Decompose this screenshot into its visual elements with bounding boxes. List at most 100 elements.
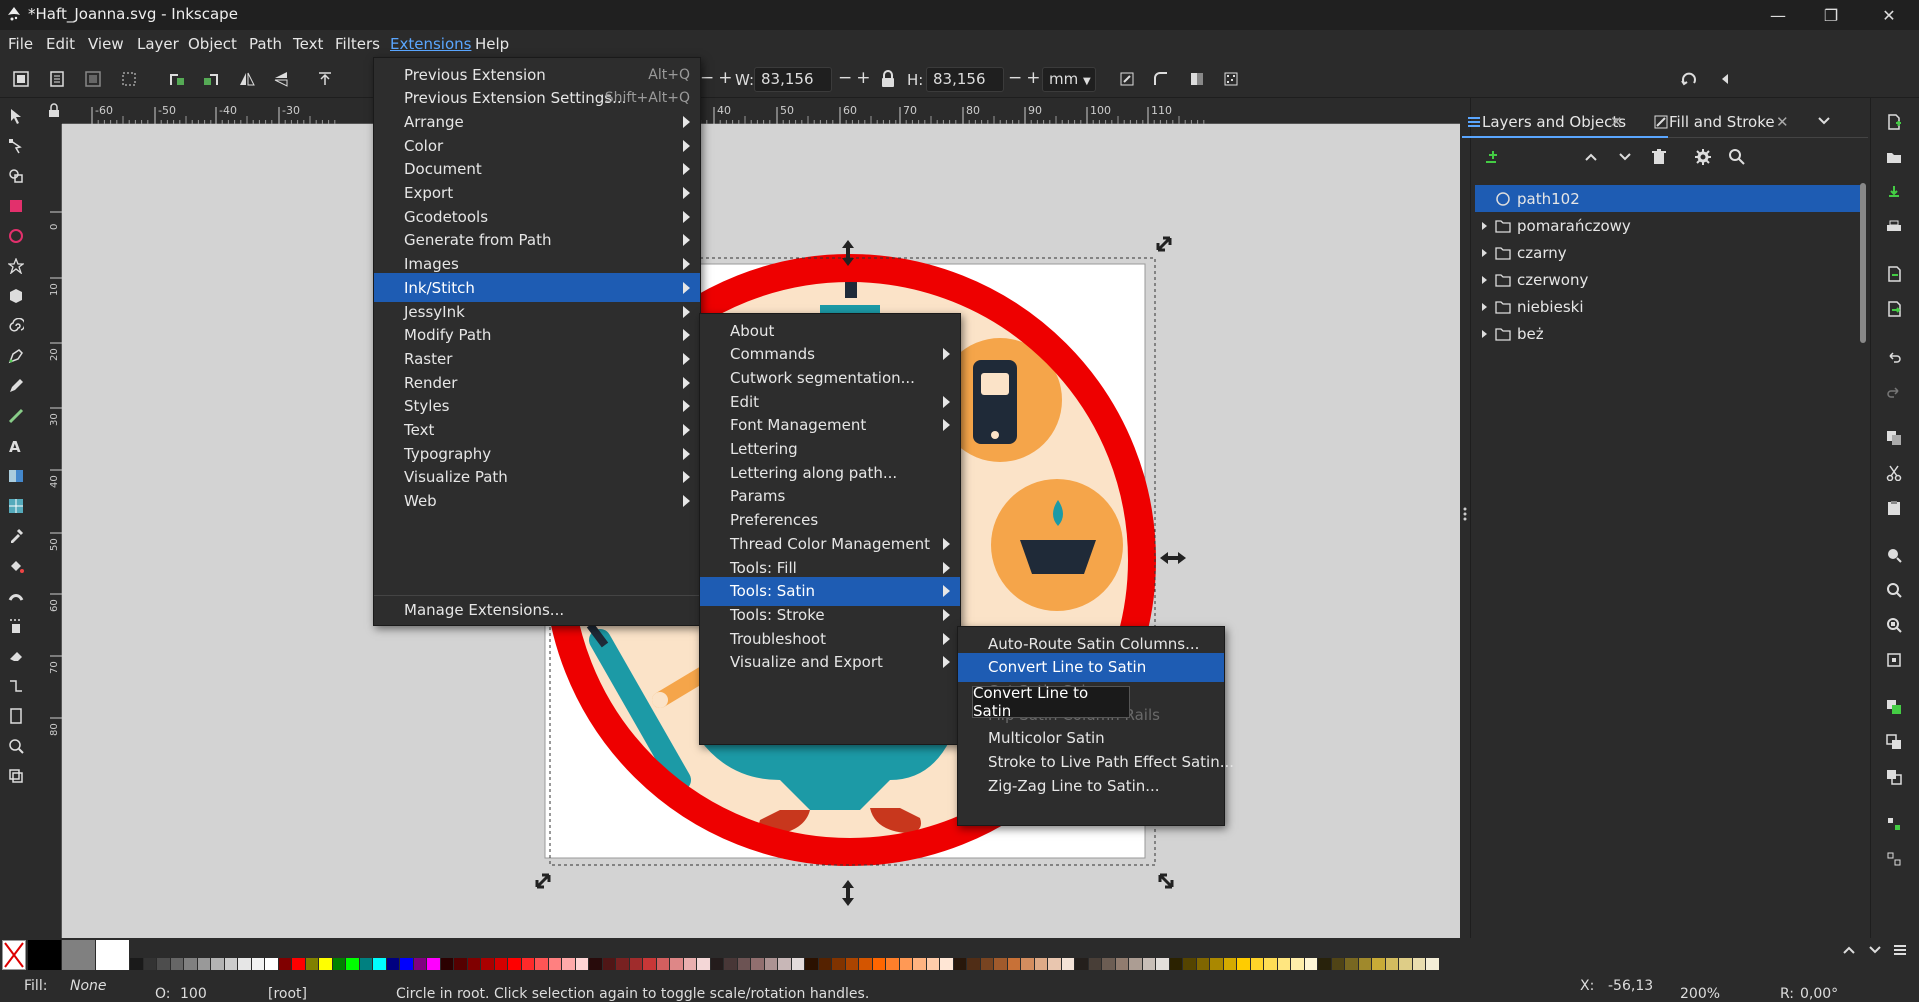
- color-swatch[interactable]: [697, 958, 711, 970]
- color-swatch[interactable]: [1291, 958, 1305, 970]
- color-swatch[interactable]: [899, 958, 913, 970]
- color-swatch[interactable]: [251, 958, 265, 970]
- color-swatch[interactable]: [1061, 958, 1075, 970]
- color-swatch[interactable]: [1196, 958, 1210, 970]
- move-up-icon[interactable]: [1582, 148, 1600, 166]
- color-swatch[interactable]: [845, 958, 859, 970]
- undo-icon[interactable]: [1882, 344, 1906, 368]
- delete-icon[interactable]: [1650, 148, 1668, 166]
- snap-popover-icon[interactable]: [1712, 66, 1738, 92]
- connector-tool-icon[interactable]: [4, 674, 28, 698]
- width-input[interactable]: 83,156: [754, 67, 832, 92]
- color-swatch[interactable]: [1264, 958, 1278, 970]
- close-layers-tab-icon[interactable]: ✕: [1610, 113, 1623, 131]
- menu-item-visualize-and-export[interactable]: Visualize and Export: [700, 648, 960, 677]
- color-swatch[interactable]: [629, 958, 643, 970]
- color-swatch[interactable]: [292, 958, 306, 970]
- menu-path[interactable]: Path: [249, 35, 282, 53]
- color-swatch[interactable]: [265, 958, 279, 970]
- expand-arrow-icon[interactable]: [1479, 247, 1491, 259]
- flip-horizontal-icon[interactable]: [234, 66, 260, 92]
- color-swatch[interactable]: [278, 958, 292, 970]
- deselect-icon[interactable]: [80, 66, 106, 92]
- menu-item-manage-extensions[interactable]: Manage Extensions...: [374, 595, 700, 624]
- color-swatch[interactable]: [413, 958, 427, 970]
- color-swatch[interactable]: [1237, 958, 1251, 970]
- expand-arrow-icon[interactable]: [1479, 274, 1491, 286]
- close-window-button[interactable]: ✕: [1866, 0, 1912, 30]
- color-swatch[interactable]: [994, 958, 1008, 970]
- color-swatch[interactable]: [170, 958, 184, 970]
- color-swatch[interactable]: [305, 958, 319, 970]
- copy-icon[interactable]: [1882, 426, 1906, 450]
- rotate-ccw-icon[interactable]: [164, 66, 190, 92]
- eraser-tool-icon[interactable]: [4, 644, 28, 668]
- color-swatch[interactable]: [494, 958, 508, 970]
- menu-item-zig-zag-line-to-satin[interactable]: Zig-Zag Line to Satin...: [958, 771, 1224, 800]
- color-swatch[interactable]: [1358, 958, 1372, 970]
- color-swatch[interactable]: [1277, 958, 1291, 970]
- color-swatch[interactable]: [1345, 958, 1359, 970]
- color-swatch[interactable]: [184, 958, 198, 970]
- color-swatch[interactable]: [710, 958, 724, 970]
- layer-row[interactable]: path102: [1475, 185, 1863, 212]
- color-swatch[interactable]: [818, 958, 832, 970]
- move-gradients-icon[interactable]: [1184, 66, 1210, 92]
- color-swatch[interactable]: [980, 958, 994, 970]
- snap-toggle-icon[interactable]: [1676, 66, 1702, 92]
- minimize-button[interactable]: —: [1755, 0, 1801, 30]
- color-swatch[interactable]: [1021, 958, 1035, 970]
- color-swatch[interactable]: [508, 958, 522, 970]
- color-swatch[interactable]: [1183, 958, 1197, 970]
- color-swatch[interactable]: [656, 958, 670, 970]
- dropper-tool-icon[interactable]: [4, 524, 28, 548]
- touch-select-icon[interactable]: [116, 66, 142, 92]
- close-fill-tab-icon[interactable]: ✕: [1776, 113, 1789, 131]
- color-swatch[interactable]: [683, 958, 697, 970]
- color-swatch[interactable]: [319, 958, 333, 970]
- color-swatch[interactable]: [737, 958, 751, 970]
- color-swatch[interactable]: [1318, 958, 1332, 970]
- color-swatch[interactable]: [427, 958, 441, 970]
- color-swatch[interactable]: [643, 958, 657, 970]
- color-swatch[interactable]: [481, 958, 495, 970]
- color-swatch[interactable]: [521, 958, 535, 970]
- color-swatch[interactable]: [1426, 958, 1440, 970]
- color-swatch[interactable]: [926, 958, 940, 970]
- color-swatch[interactable]: [548, 958, 562, 970]
- flip-vertical-icon[interactable]: [268, 66, 294, 92]
- print-icon[interactable]: [1882, 215, 1906, 239]
- scale-stroke-icon[interactable]: [1114, 66, 1140, 92]
- calligraphy-tool-icon[interactable]: [4, 404, 28, 428]
- color-swatch[interactable]: [1304, 958, 1318, 970]
- color-swatch[interactable]: [440, 958, 454, 970]
- menu-view[interactable]: View: [88, 35, 124, 53]
- color-swatch[interactable]: [62, 940, 96, 970]
- tweak-tool-icon[interactable]: [4, 584, 28, 608]
- palette-scroll-down-icon[interactable]: [1868, 944, 1882, 956]
- select-all-icon[interactable]: [8, 66, 34, 92]
- color-swatch[interactable]: [224, 958, 238, 970]
- ruler-corner-lock-icon[interactable]: [46, 101, 62, 124]
- move-down-icon[interactable]: [1616, 148, 1634, 166]
- color-swatch[interactable]: [724, 958, 738, 970]
- color-swatch[interactable]: [872, 958, 886, 970]
- color-swatch[interactable]: [616, 958, 630, 970]
- settings-gear-icon[interactable]: [1694, 148, 1712, 166]
- color-swatch[interactable]: [859, 958, 873, 970]
- expand-arrow-icon[interactable]: [1479, 328, 1491, 340]
- color-swatch[interactable]: [386, 958, 400, 970]
- add-layer-icon[interactable]: [1484, 148, 1502, 166]
- color-swatch[interactable]: [1088, 958, 1102, 970]
- move-patterns-icon[interactable]: [1218, 66, 1244, 92]
- layer-row[interactable]: beż: [1475, 320, 1863, 347]
- node-tool-icon[interactable]: [4, 134, 28, 158]
- color-swatch[interactable]: [332, 958, 346, 970]
- unlink-clone-icon[interactable]: [1882, 765, 1906, 789]
- zoom-tool-icon[interactable]: [4, 734, 28, 758]
- layer-row[interactable]: czerwony: [1475, 266, 1863, 293]
- color-swatch[interactable]: [575, 958, 589, 970]
- width-stepper[interactable]: −+: [838, 68, 875, 88]
- color-swatch[interactable]: [1399, 958, 1413, 970]
- menu-text[interactable]: Text: [293, 35, 323, 53]
